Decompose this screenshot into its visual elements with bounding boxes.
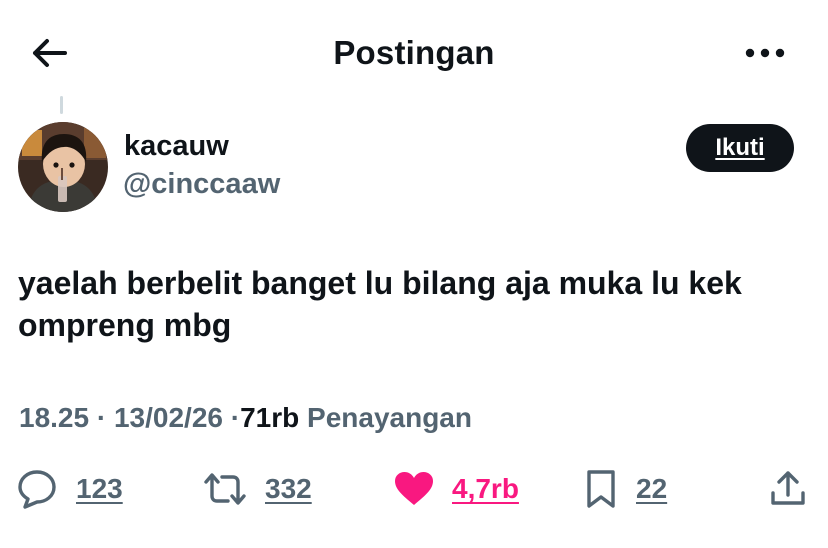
avatar-image	[18, 122, 108, 212]
reply-icon	[18, 470, 56, 509]
tweet-text: yaelah berbelit banget lu bilang aja muk…	[18, 265, 742, 343]
share-button[interactable]	[768, 462, 808, 516]
reply-button[interactable]: 123	[16, 462, 123, 516]
post-date[interactable]: 13/02/26	[114, 402, 223, 433]
share-icon	[771, 471, 805, 505]
repost-button[interactable]: 332	[202, 462, 312, 516]
views-label[interactable]: Penayangan	[307, 402, 472, 433]
repost-icon	[204, 473, 246, 505]
page-title: Postingan	[333, 34, 495, 71]
heart-filled-icon	[395, 472, 433, 505]
author-handle[interactable]: @cinccaaw	[123, 168, 280, 201]
post-page: Postingan kacauw @cinccaaw Ikuti yaelah …	[0, 0, 828, 548]
post-time[interactable]: 18.25	[19, 402, 89, 433]
views-count[interactable]: 71rb	[240, 402, 299, 433]
like-button[interactable]: 4,7rb	[394, 462, 519, 516]
bookmark-count[interactable]: 22	[636, 473, 667, 505]
more-horizontal-icon	[745, 48, 785, 58]
reply-count[interactable]: 123	[76, 473, 123, 505]
follow-button[interactable]: Ikuti	[686, 124, 794, 172]
top-bar: Postingan	[0, 0, 828, 104]
bookmark-button[interactable]: 22	[584, 462, 667, 516]
meta-separator: ·	[96, 402, 107, 433]
post-meta: 18.25 · 13/02/26 ·71rb Penayangan	[19, 402, 472, 434]
author-display-name[interactable]: kacauw	[124, 130, 229, 163]
bookmark-icon	[587, 470, 615, 508]
like-count[interactable]: 4,7rb	[452, 473, 519, 505]
thread-connector-line	[60, 96, 63, 114]
more-options-button[interactable]	[738, 36, 792, 70]
action-bar: 123 332 4,7rb 22	[0, 462, 828, 516]
meta-separator: ·	[230, 402, 241, 433]
repost-count[interactable]: 332	[265, 473, 312, 505]
avatar[interactable]	[18, 122, 108, 212]
